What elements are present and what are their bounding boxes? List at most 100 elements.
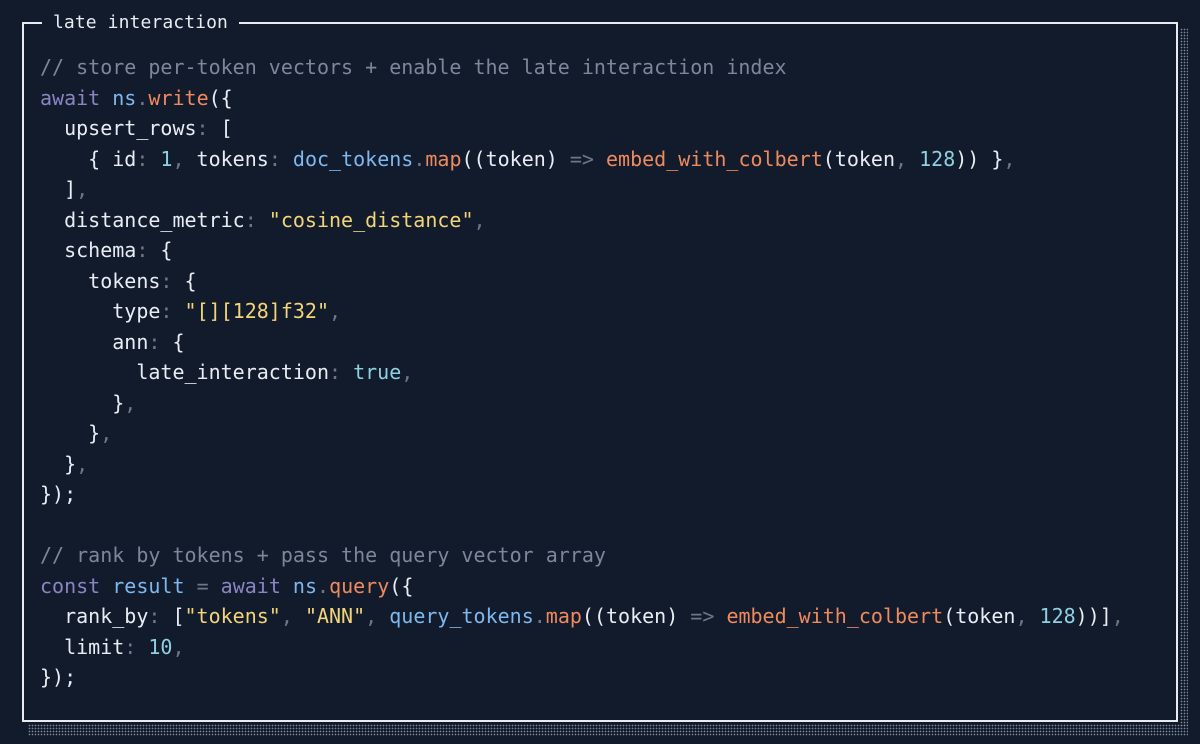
code-function: query	[329, 573, 390, 598]
code-identifier: doc_tokens	[292, 146, 414, 171]
code-string: "cosine_distance"	[268, 207, 474, 232]
code-text: schema	[40, 238, 137, 262]
code-text: tokens	[40, 268, 161, 293]
code-punctuation: ,	[1003, 146, 1016, 171]
code-text: ann	[40, 329, 149, 354]
code-literal: 128	[919, 146, 956, 171]
code-punctuation: :	[328, 360, 342, 384]
code-text: }	[40, 451, 77, 476]
code-text: distance_metric	[40, 207, 245, 232]
code-function: embed_with_colbert	[606, 146, 823, 171]
code-punctuation: ,	[172, 634, 185, 659]
code-punctuation: :	[148, 329, 161, 354]
code-punctuation: ,	[280, 604, 293, 628]
code-text: rank_by	[40, 604, 149, 628]
code-line: upsert_rows: [	[40, 113, 1124, 144]
code-text: }	[40, 421, 101, 445]
code-string: "ANN"	[304, 604, 366, 628]
code-literal: 128	[1039, 604, 1076, 628]
code-text: limit	[40, 634, 125, 659]
code-line: // store per-token vectors + enable the …	[40, 52, 1124, 83]
code-line: });	[40, 662, 1124, 693]
code-punctuation: =>	[690, 604, 715, 628]
code-line: await ns.write({	[40, 83, 1124, 114]
code-punctuation: ,	[365, 604, 378, 628]
code-punctuation: .	[317, 573, 330, 598]
code-identifier: query_tokens	[389, 604, 534, 628]
code-text: upsert_rows	[40, 116, 197, 140]
code-line: tokens: {	[40, 266, 1124, 297]
code-line: limit: 10,	[40, 632, 1124, 663]
code-punctuation: ,	[124, 390, 137, 415]
code-text: ({	[389, 573, 414, 598]
code-punctuation: ,	[100, 421, 113, 445]
code-text: { id	[40, 146, 137, 171]
code-punctuation: ,	[76, 451, 89, 476]
code-line: },	[40, 388, 1124, 419]
code-text: ({	[208, 85, 233, 110]
code-punctuation: ,	[329, 299, 342, 323]
code-comment: // store per-token vectors + enable the …	[40, 55, 787, 79]
code-punctuation: :	[160, 268, 173, 293]
code-punctuation: ,	[473, 207, 486, 232]
code-function: embed_with_colbert	[726, 604, 944, 628]
code-keyword: await	[40, 85, 101, 110]
code-line: { id: 1, tokens: doc_tokens.map((token) …	[40, 144, 1124, 175]
code-line: // rank by tokens + pass the query vecto…	[40, 540, 1124, 571]
code-punctuation: :	[160, 299, 173, 323]
code-text: ))]	[1075, 604, 1112, 628]
code-punctuation: ,	[76, 177, 89, 201]
code-text: ((token)	[581, 604, 691, 628]
code-comment: // rank by tokens + pass the query vecto…	[40, 543, 606, 567]
code-punctuation: ,	[1015, 604, 1028, 628]
code-punctuation: :	[124, 634, 137, 659]
code-function: write	[148, 85, 209, 110]
code-string: "tokens"	[184, 604, 281, 628]
code-punctuation: ,	[1111, 604, 1124, 628]
code-punctuation: :	[148, 604, 161, 628]
code-punctuation: ,	[895, 146, 908, 171]
code-identifier: result	[112, 573, 185, 598]
code-text: ((token)	[461, 146, 570, 171]
code-punctuation: ,	[172, 146, 185, 171]
code-text: tokens	[184, 146, 269, 171]
code-text: {	[172, 268, 197, 293]
code-literal: true	[353, 360, 402, 384]
code-text: }	[40, 390, 125, 415]
code-text: (token	[822, 146, 896, 171]
code-line: const result = await ns.query({	[40, 571, 1124, 602]
code-literal: 1	[160, 146, 173, 171]
code-punctuation: .	[413, 146, 426, 171]
code-punctuation: ,	[401, 360, 414, 384]
code-function: map	[425, 146, 462, 171]
code-text: ]	[40, 177, 77, 201]
code-punctuation: .	[533, 604, 546, 628]
code-literal: 10	[148, 634, 173, 659]
code-line: late_interaction: true,	[40, 357, 1124, 388]
code-punctuation: =	[196, 573, 209, 598]
code-punctuation: :	[136, 238, 149, 262]
code-line: ],	[40, 174, 1124, 205]
code-keyword: await	[220, 573, 281, 598]
code-text: {	[160, 329, 185, 354]
panel-title: late interaction	[42, 12, 239, 34]
code-line: },	[40, 449, 1124, 480]
code-block: // store per-token vectors + enable the …	[40, 52, 1124, 693]
code-punctuation: =>	[569, 146, 594, 171]
panel-shadow-bottom	[28, 724, 1188, 736]
code-punctuation: :	[136, 146, 149, 171]
code-line: ann: {	[40, 327, 1124, 358]
code-line: type: "[][128]f32",	[40, 296, 1124, 327]
